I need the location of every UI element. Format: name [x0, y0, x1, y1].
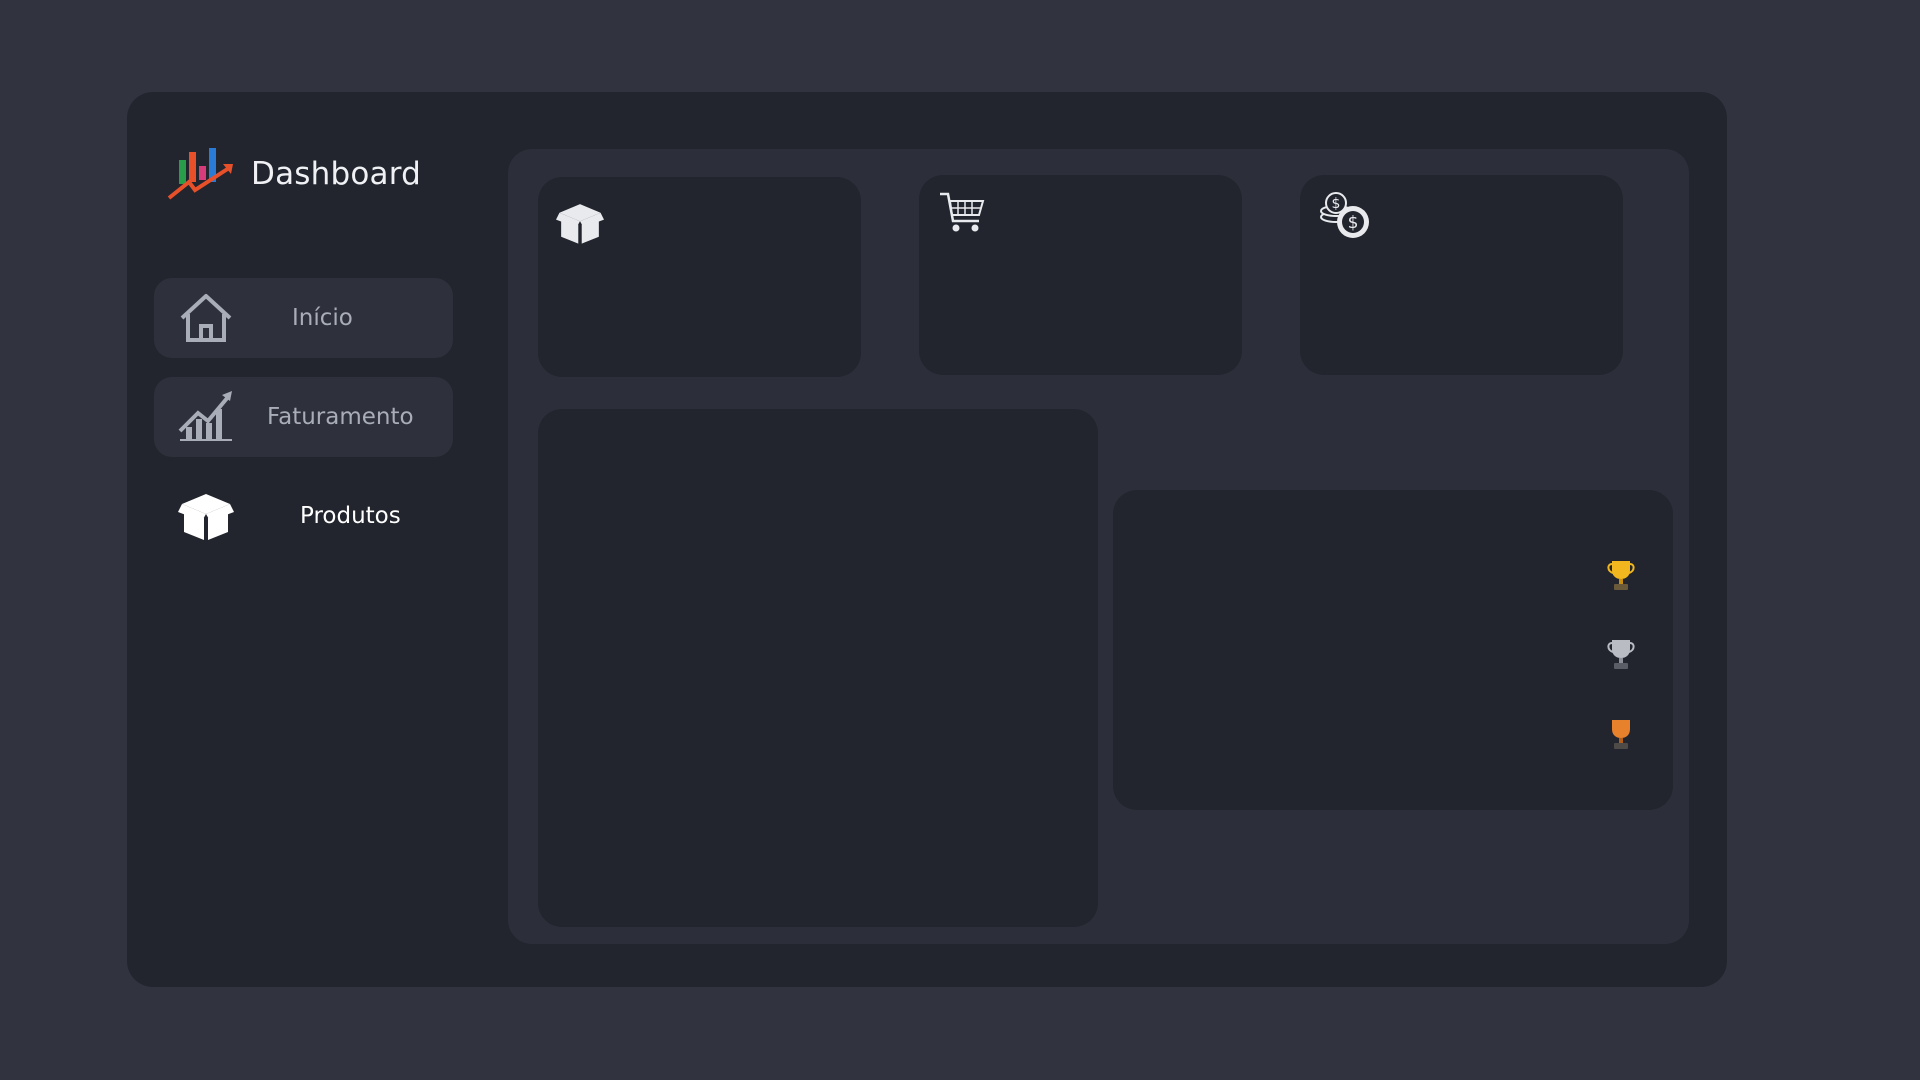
- dashboard-logo-icon: [167, 148, 233, 200]
- ranking-card: [1113, 490, 1673, 810]
- sidebar-item-inicio[interactable]: Início: [154, 278, 453, 358]
- kpi-card-vendas: [919, 175, 1242, 375]
- sidebar-item-label: Início: [292, 305, 353, 331]
- home-icon: [180, 294, 232, 342]
- main-panel: $ $: [508, 149, 1689, 944]
- growth-chart-icon: [178, 391, 232, 441]
- svg-text:$: $: [1332, 196, 1341, 212]
- brand: Dashboard: [167, 146, 421, 202]
- sidebar-item-faturamento[interactable]: Faturamento: [154, 377, 453, 457]
- kpi-card-faturamento: $ $: [1300, 175, 1623, 375]
- box-icon: [178, 494, 234, 540]
- gold-trophy-icon: [1607, 561, 1635, 590]
- shopping-cart-icon: [940, 192, 985, 232]
- box-icon: [556, 204, 604, 244]
- silver-trophy-icon: [1607, 640, 1635, 669]
- sidebar-item-label: Faturamento: [267, 404, 414, 430]
- svg-text:$: $: [1348, 213, 1359, 233]
- kpi-card-produtos: [538, 177, 861, 377]
- chart-card: [538, 409, 1098, 927]
- app-window: Dashboard Início Faturamento Produtos $ …: [127, 92, 1727, 987]
- sidebar-item-produtos[interactable]: Produtos: [154, 476, 453, 556]
- coins-icon: $ $: [1320, 192, 1369, 238]
- app-title: Dashboard: [251, 156, 421, 192]
- bronze-trophy-icon: [1612, 720, 1630, 749]
- sidebar-item-label: Produtos: [300, 503, 401, 529]
